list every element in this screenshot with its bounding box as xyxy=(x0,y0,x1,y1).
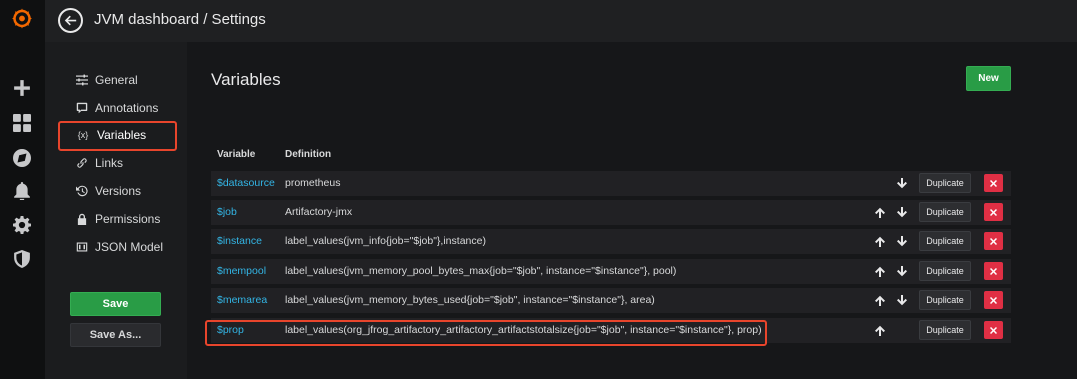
variable-name-link[interactable]: $memarea xyxy=(217,294,267,306)
arrow-down-icon[interactable] xyxy=(896,234,908,248)
link-icon xyxy=(75,156,89,170)
duplicate-button[interactable]: Duplicate xyxy=(919,202,971,222)
arrow-left-icon xyxy=(64,15,77,26)
nav-item-label: General xyxy=(95,73,138,87)
back-button[interactable] xyxy=(58,8,83,33)
close-icon xyxy=(990,326,997,334)
arrow-down-icon[interactable] xyxy=(896,205,908,219)
variable-definition: label_values(jvm_info{job="$job"},instan… xyxy=(285,235,486,247)
save-as-button[interactable]: Save As... xyxy=(70,323,161,347)
variable-name-link[interactable]: $instance xyxy=(217,235,262,247)
page-heading: Variables xyxy=(211,70,281,89)
delete-button[interactable] xyxy=(984,232,1003,250)
duplicate-button[interactable]: Duplicate xyxy=(919,320,971,340)
nav-item-permissions[interactable]: Permissions xyxy=(75,209,160,229)
delete-button[interactable] xyxy=(984,321,1003,339)
shield-icon[interactable] xyxy=(12,249,32,269)
column-header-variable: Variable xyxy=(217,149,256,160)
sliders-icon xyxy=(75,73,89,87)
settings-nav: General Annotations {x} Variables Links … xyxy=(45,42,187,379)
arrow-up-icon[interactable] xyxy=(874,205,886,219)
duplicate-button[interactable]: Duplicate xyxy=(919,261,971,281)
history-icon xyxy=(75,184,89,198)
top-navbar: JVM dashboard / Settings xyxy=(45,0,1077,42)
nav-item-json-model[interactable]: JSON Model xyxy=(75,237,163,257)
arrow-up-icon[interactable] xyxy=(874,264,886,278)
new-variable-button[interactable]: New xyxy=(966,66,1011,91)
arrow-up-icon[interactable] xyxy=(874,234,886,248)
close-icon xyxy=(990,296,997,304)
duplicate-button[interactable]: Duplicate xyxy=(919,173,971,193)
variable-definition: label_values(jvm_memory_pool_bytes_max{j… xyxy=(285,265,677,277)
dashboards-icon[interactable] xyxy=(12,113,32,133)
arrow-down-icon[interactable] xyxy=(896,293,908,307)
save-button[interactable]: Save xyxy=(70,292,161,316)
highlight-box xyxy=(205,320,767,346)
variables-panel: Variables New Variable Definition $datas… xyxy=(187,42,1077,379)
close-icon xyxy=(990,208,997,216)
nav-item-label: Versions xyxy=(95,184,142,198)
variable-row[interactable]: $mempool label_values(jvm_memory_pool_by… xyxy=(211,259,1011,284)
variable-definition: prometheus xyxy=(285,177,341,189)
side-menu xyxy=(0,0,45,379)
nav-item-links[interactable]: Links xyxy=(75,153,123,173)
variable-row[interactable]: $memarea label_values(jvm_memory_bytes_u… xyxy=(211,288,1011,313)
gear-icon[interactable] xyxy=(12,215,32,235)
nav-item-label: Annotations xyxy=(95,101,159,115)
arrow-down-icon[interactable] xyxy=(896,264,908,278)
nav-item-label: Links xyxy=(95,156,124,170)
variable-row[interactable]: $job Artifactory-jmx Duplicate xyxy=(211,200,1011,225)
variable-name-link[interactable]: $mempool xyxy=(217,265,266,277)
close-icon xyxy=(990,237,997,245)
variable-definition: Artifactory-jmx xyxy=(285,206,353,218)
variable-definition: label_values(jvm_memory_bytes_used{job="… xyxy=(285,294,655,306)
comment-icon xyxy=(75,101,89,115)
duplicate-button[interactable]: Duplicate xyxy=(919,231,971,251)
lock-icon xyxy=(75,212,89,226)
nav-item-annotations[interactable]: Annotations xyxy=(75,98,158,118)
variable-row[interactable]: $datasource prometheus Duplicate xyxy=(211,171,1011,196)
nav-item-general[interactable]: General xyxy=(75,70,138,90)
delete-button[interactable] xyxy=(984,262,1003,280)
close-icon xyxy=(990,267,997,275)
arrow-up-icon[interactable] xyxy=(874,323,886,337)
grafana-logo-icon[interactable] xyxy=(12,8,32,28)
variable-row[interactable]: $instance label_values(jvm_info{job="$jo… xyxy=(211,229,1011,254)
plus-icon[interactable] xyxy=(12,78,32,98)
nav-item-label: JSON Model xyxy=(95,240,164,254)
arrow-up-icon[interactable] xyxy=(874,293,886,307)
delete-button[interactable] xyxy=(984,203,1003,221)
column-header-definition: Definition xyxy=(285,149,332,160)
arrow-down-icon[interactable] xyxy=(896,176,908,190)
highlight-box xyxy=(58,121,177,151)
delete-button[interactable] xyxy=(984,174,1003,192)
delete-button[interactable] xyxy=(984,291,1003,309)
explore-icon[interactable] xyxy=(12,148,32,168)
bell-icon[interactable] xyxy=(12,181,32,201)
json-icon xyxy=(75,240,89,254)
page-title: JVM dashboard / Settings xyxy=(94,11,266,28)
nav-item-label: Permissions xyxy=(95,212,161,226)
variable-name-link[interactable]: $datasource xyxy=(217,177,275,189)
close-icon xyxy=(990,179,997,187)
variable-name-link[interactable]: $job xyxy=(217,206,237,218)
duplicate-button[interactable]: Duplicate xyxy=(919,290,971,310)
nav-item-versions[interactable]: Versions xyxy=(75,181,141,201)
